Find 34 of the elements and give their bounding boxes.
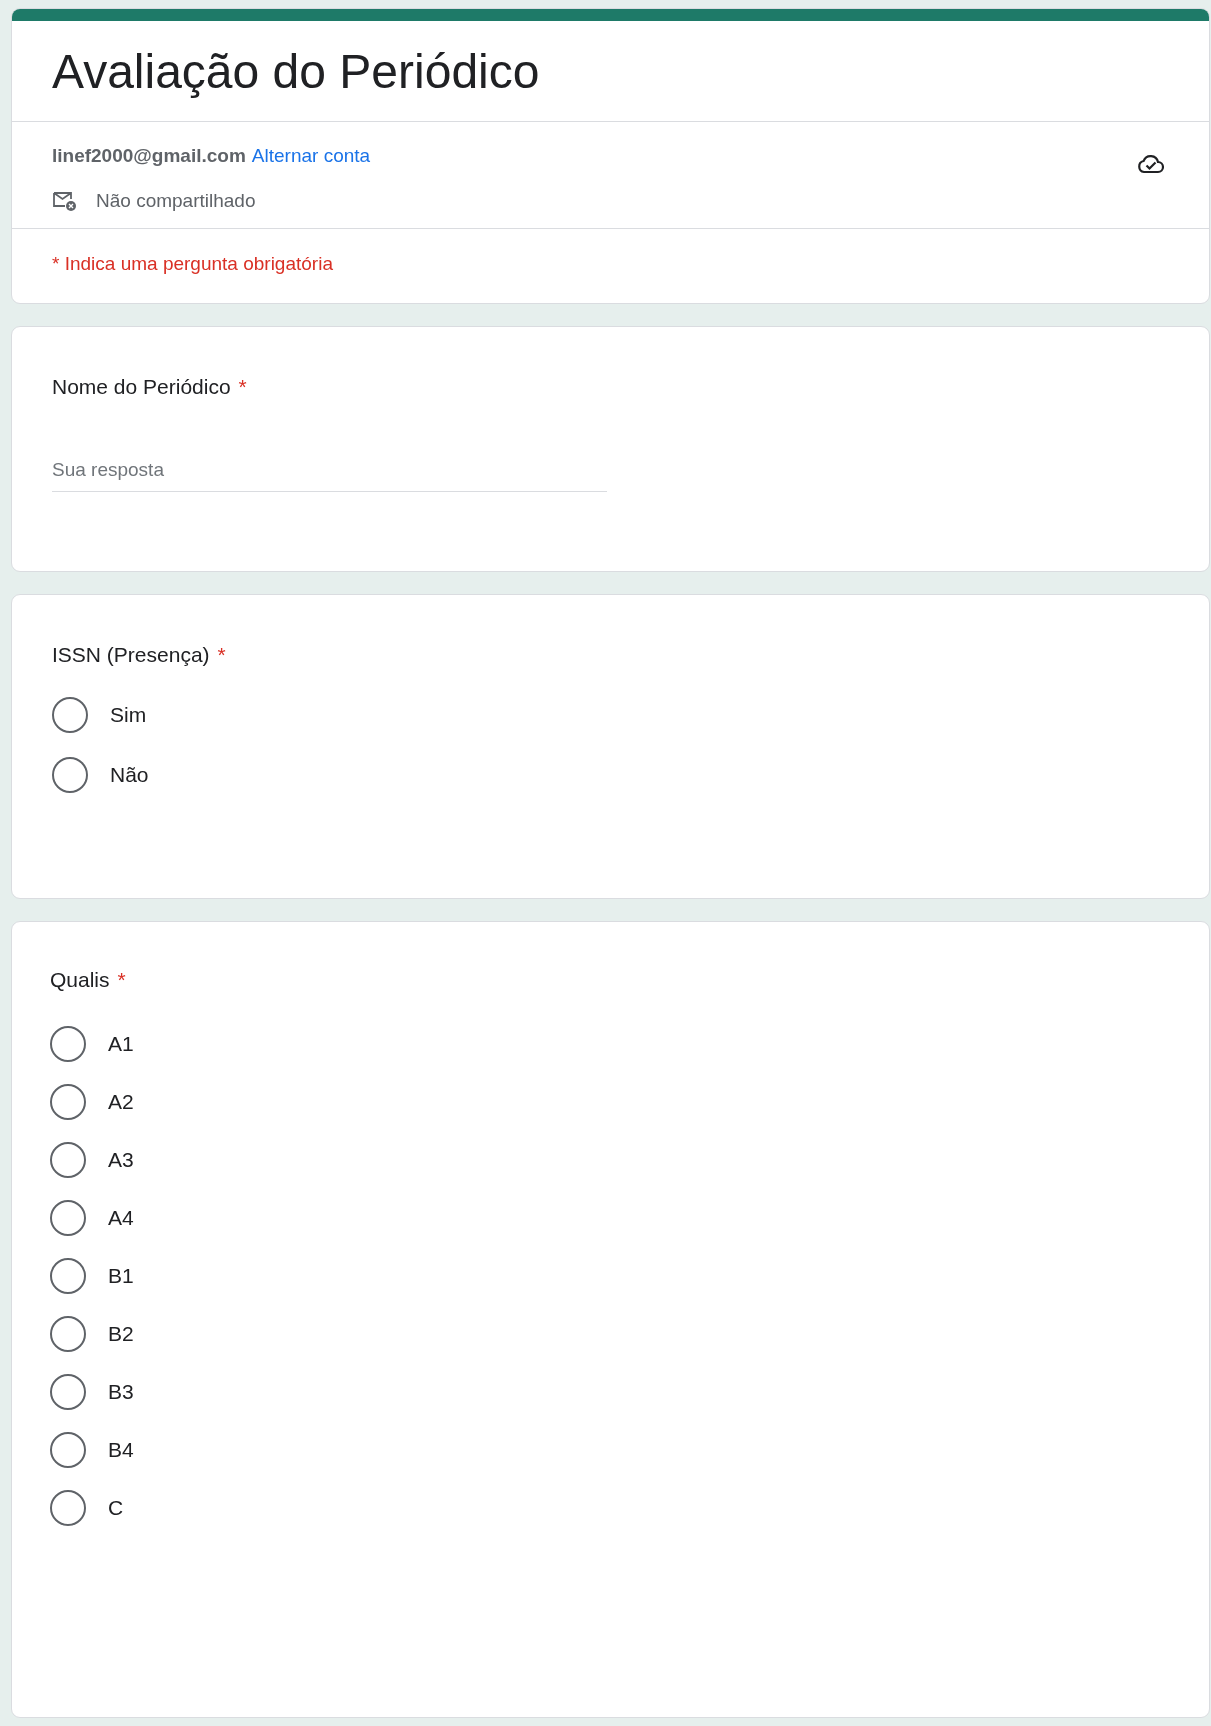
radio-option[interactable]: B1 [50, 1257, 134, 1294]
question-title: Nome do Periódico [52, 374, 231, 398]
switch-account-link[interactable]: Alternar conta [251, 144, 371, 166]
radio-button[interactable] [50, 1431, 86, 1468]
radio-option[interactable]: A3 [50, 1141, 134, 1178]
radio-option[interactable]: B2 [50, 1315, 134, 1352]
radio-button[interactable] [50, 1489, 86, 1526]
radio-button[interactable] [52, 756, 88, 793]
question-title: ISSN (Presença) [52, 642, 210, 666]
sharing-status: Não compartilhado [96, 189, 256, 212]
radio-option[interactable]: A2 [50, 1083, 134, 1120]
radio-button[interactable] [50, 1083, 86, 1120]
required-asterisk: * [117, 967, 126, 991]
radio-button[interactable] [50, 1373, 86, 1410]
question-title: Qualis [50, 967, 110, 991]
mail-blocked-icon [52, 189, 78, 212]
radio-button[interactable] [50, 1315, 86, 1352]
radio-option[interactable]: A4 [50, 1199, 134, 1236]
radio-option[interactable]: B3 [50, 1373, 134, 1410]
account-email: linef2000@gmail.com [52, 144, 246, 166]
radio-option[interactable]: Não [52, 756, 149, 793]
radio-option[interactable]: B4 [50, 1431, 134, 1468]
required-notice: * Indica uma pergunta obrigatória [52, 252, 333, 274]
radio-button[interactable] [50, 1141, 86, 1178]
radio-option[interactable]: C [50, 1489, 124, 1526]
form-title: Avaliação do Periódico [52, 44, 541, 100]
required-asterisk: * [217, 642, 226, 666]
radio-button[interactable] [52, 696, 88, 733]
radio-option[interactable]: Sim [52, 696, 147, 733]
radio-button[interactable] [50, 1199, 86, 1236]
radio-button[interactable] [50, 1025, 86, 1062]
radio-option[interactable]: A1 [50, 1025, 134, 1062]
required-asterisk: * [238, 374, 247, 398]
radio-button[interactable] [50, 1257, 86, 1294]
